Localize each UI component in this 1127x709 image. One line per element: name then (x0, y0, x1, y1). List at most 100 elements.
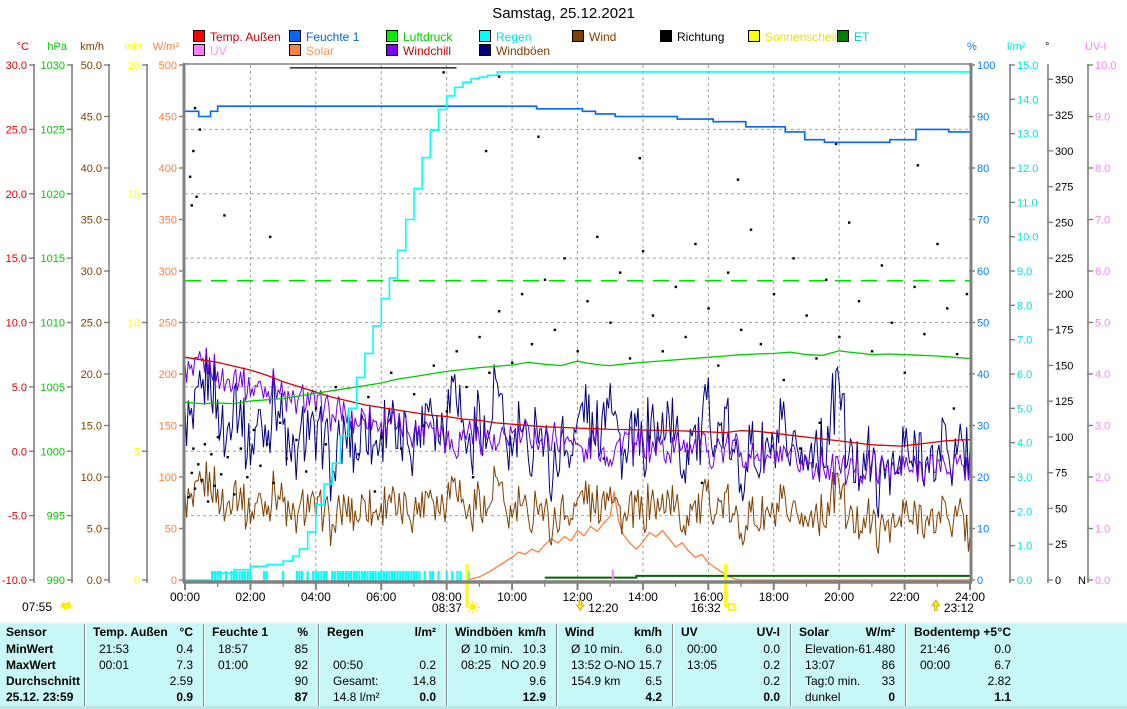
table-cell-temp-au-en-maxwert: 00:017.3 (84, 657, 203, 673)
svg-text:1005: 1005 (41, 382, 65, 394)
table-cell-feuchte-1-durchschnitt: 90 (203, 673, 318, 689)
cell-time: 00:00 (906, 657, 950, 673)
svg-text:2.0: 2.0 (1095, 472, 1110, 484)
cell-time: 13:52 (557, 657, 601, 673)
svg-text:20: 20 (128, 60, 140, 72)
cell-time: 08:25 (447, 657, 491, 673)
cell-time: 14.8 l/m² (319, 689, 380, 705)
svg-text:1015: 1015 (41, 253, 65, 265)
cell-time (447, 673, 461, 689)
svg-text:995: 995 (47, 511, 65, 523)
arrow-up-icon (932, 600, 940, 611)
svg-text:2.0: 2.0 (1017, 506, 1032, 518)
svg-text:200: 200 (1055, 289, 1073, 301)
column-unit: UV-I (757, 624, 790, 640)
axis-uv-i: UV-I0.01.02.03.04.05.06.07.08.09.010.0 (1085, 41, 1116, 587)
svg-text:15: 15 (128, 189, 140, 201)
svg-text:15.0: 15.0 (6, 253, 27, 265)
cell-time: 21:46 (906, 641, 950, 657)
svg-text:100: 100 (1055, 432, 1073, 444)
svg-text:UV-I: UV-I (1085, 41, 1106, 53)
svg-text:1025: 1025 (41, 124, 65, 136)
table-row-label: MaxWert (0, 657, 84, 673)
svg-text:1010: 1010 (41, 318, 65, 330)
table-row-label: Sensor (0, 624, 84, 641)
cell-value: 6.5 (620, 673, 672, 689)
svg-text:12.0: 12.0 (1017, 163, 1038, 175)
svg-text:25.0: 25.0 (81, 318, 102, 330)
svg-text:23:12: 23:12 (944, 601, 974, 615)
svg-text:1030: 1030 (41, 60, 65, 72)
cell-value: NO 20.9 (491, 657, 556, 673)
svg-text:10.0: 10.0 (1095, 60, 1116, 72)
svg-text:35.0: 35.0 (81, 215, 102, 227)
svg-text:-5.0: -5.0 (8, 511, 27, 523)
cell-time (673, 689, 687, 705)
cell-time: 21:53 (85, 641, 129, 657)
svg-text:5: 5 (134, 446, 140, 458)
svg-text:100: 100 (977, 60, 995, 72)
table-header-feuchte-1: Feuchte 1% (203, 624, 318, 641)
cell-value: 0.0 (717, 641, 790, 657)
svg-text:275: 275 (1055, 182, 1073, 194)
column-unit: °C (180, 624, 203, 640)
weather-chart: °C-10.0-5.00.05.010.015.020.025.030.0hPa… (0, 0, 1127, 622)
column-unit: km/h (634, 624, 672, 640)
svg-text:50: 50 (1055, 503, 1067, 515)
table-cell-wind-maxwert: 13:52O-NO 15.7 (556, 657, 672, 673)
svg-text:4.0: 4.0 (1017, 438, 1032, 450)
table-row-label: MinWert (0, 641, 84, 657)
table-cell-regen-durchschnitt: Gesamt:14.8 (318, 673, 446, 689)
table-cell-windb-en-maxwert: 08:25NO 20.9 (446, 657, 556, 673)
svg-text:125: 125 (1055, 396, 1073, 408)
svg-text:50.0: 50.0 (81, 60, 102, 72)
svg-text:1020: 1020 (41, 189, 65, 201)
svg-text:10.0: 10.0 (81, 472, 102, 484)
svg-text:11.0: 11.0 (1017, 197, 1038, 209)
svg-text:50: 50 (977, 318, 989, 330)
svg-text:0: 0 (171, 575, 177, 587)
svg-text:0.0: 0.0 (12, 446, 27, 458)
cell-value: 6.7 (950, 657, 1021, 673)
svg-text:1.0: 1.0 (1095, 524, 1110, 536)
svg-text:min: min (124, 41, 142, 53)
cell-time: Ø 10 min. (557, 641, 623, 657)
table-cell-temp-au-en-minwert: 21:530.4 (84, 641, 203, 657)
svg-text:0.0: 0.0 (1017, 575, 1032, 587)
sun-icon (466, 601, 479, 614)
axis-hpa: hPa9909951000100510101015102010251030 (41, 41, 73, 587)
cell-time: 154.9 km (557, 673, 620, 689)
cell-time (447, 689, 461, 705)
svg-text:08:37: 08:37 (432, 601, 462, 615)
column-unit: l/m² (415, 624, 446, 640)
svg-text:150: 150 (1055, 360, 1073, 372)
rain-event-ticks (212, 571, 468, 581)
svg-text:200: 200 (159, 369, 177, 381)
table-cell-feuchte-1-maxwert: 01:0092 (203, 657, 318, 673)
axis-min: min05101520 (124, 41, 148, 587)
column-unit: °C (998, 624, 1021, 640)
svg-text:300: 300 (1055, 146, 1073, 158)
cell-time (673, 673, 687, 689)
svg-text:13.0: 13.0 (1017, 129, 1038, 141)
axis-km-h: km/h0.05.010.015.020.025.030.035.040.045… (80, 41, 110, 587)
column-name: Temp. Außen (85, 624, 168, 640)
event-23-12: 23:12 (932, 600, 974, 615)
svg-text:40: 40 (977, 369, 989, 381)
svg-text:15.0: 15.0 (81, 421, 102, 433)
svg-text:5.0: 5.0 (1017, 403, 1032, 415)
table-cell-uv-durchschnitt: 0.2 (672, 673, 790, 689)
cell-value: 0.0 (380, 689, 446, 705)
table-header-windb-en: Windböenkm/h (446, 624, 556, 641)
column-name: Solar (791, 624, 829, 640)
column-name: Feuchte 1 (204, 624, 268, 640)
table-cell-bodentemp-5-maxwert: 00:006.7 (905, 657, 1127, 673)
svg-text:300: 300 (159, 266, 177, 278)
svg-text:150: 150 (159, 421, 177, 433)
svg-text:250: 250 (1055, 217, 1073, 229)
cell-value: 9.6 (461, 673, 556, 689)
cell-value: 0 (840, 689, 905, 705)
cell-time: 13:05 (673, 657, 717, 673)
svg-text:325: 325 (1055, 110, 1073, 122)
x-tick-label: 18:00 (759, 590, 789, 604)
